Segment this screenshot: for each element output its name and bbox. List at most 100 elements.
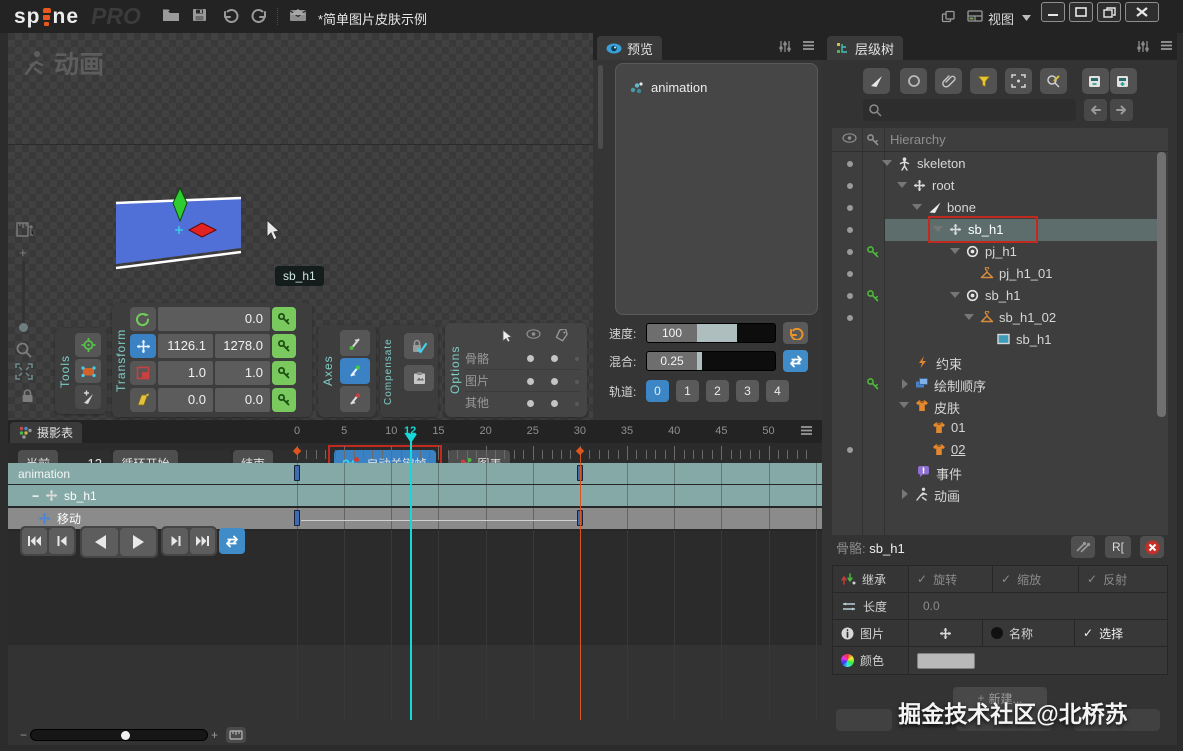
expand-arrow[interactable] <box>950 292 960 298</box>
scene-object[interactable] <box>103 158 253 273</box>
loop-playback-button[interactable] <box>219 528 245 554</box>
option-dot[interactable] <box>551 375 559 387</box>
scale-y-field[interactable]: 1.0 <box>215 361 270 385</box>
collapse-arrow[interactable] <box>902 489 908 499</box>
tree-node-动画[interactable]: 动画 <box>832 483 1156 505</box>
collapse-arrow[interactable] <box>902 379 908 389</box>
keyframe[interactable] <box>294 510 300 526</box>
minimize-button[interactable] <box>1041 2 1065 22</box>
tab-hierarchy[interactable]: 层级树 <box>827 36 903 60</box>
tree-node-root[interactable]: root <box>832 175 1156 197</box>
tree-node-pj_h1[interactable]: pj_h1 <box>832 241 1156 263</box>
track-button-0[interactable]: 0 <box>646 380 669 402</box>
option-dot[interactable] <box>551 397 559 409</box>
key-icon[interactable] <box>866 289 880 303</box>
undo-icon[interactable] <box>221 8 241 26</box>
key-icon[interactable] <box>866 377 880 391</box>
history-back-button[interactable] <box>1084 99 1107 121</box>
bone-copy-button[interactable] <box>1071 536 1095 558</box>
magnifier-icon[interactable] <box>15 341 33 359</box>
tree-node-事件[interactable]: 事件 <box>832 461 1156 483</box>
tree-node-sb_h1[interactable]: sb_h1 <box>832 285 1156 307</box>
next-key-button[interactable] <box>163 528 188 554</box>
weights-tool-button[interactable] <box>75 359 101 383</box>
loop-toggle-button[interactable] <box>783 350 808 372</box>
scale-button[interactable] <box>130 361 156 385</box>
search-edit-button[interactable] <box>1040 68 1067 94</box>
expand-arrow[interactable] <box>897 182 907 188</box>
zoom-slider[interactable] <box>22 261 25 327</box>
tree-node-02[interactable]: 02 <box>832 439 1156 461</box>
rotate-button[interactable] <box>130 307 156 331</box>
axes-parent-button[interactable] <box>340 386 370 412</box>
go-last-button[interactable] <box>190 528 215 554</box>
axes-world-button[interactable] <box>340 330 370 356</box>
dopesheet-menu-icon[interactable] <box>800 425 813 436</box>
mix-slider[interactable]: 0.25 <box>646 351 776 371</box>
create-tool-button[interactable] <box>75 385 101 409</box>
visibility-dot[interactable] <box>847 271 853 277</box>
tree-scrollbar[interactable] <box>1157 152 1166 417</box>
save-icon[interactable] <box>192 8 212 26</box>
track-button-2[interactable]: 2 <box>706 380 729 402</box>
expand-arrow[interactable] <box>882 160 892 166</box>
shear-y-field[interactable]: 0.0 <box>215 388 270 412</box>
track-row-animation[interactable]: animation <box>8 463 822 484</box>
playhead-handle[interactable] <box>405 434 417 443</box>
tab-dopesheet[interactable]: 摄影表 <box>10 422 82 443</box>
visibility-dot[interactable] <box>847 227 853 233</box>
playhead[interactable] <box>410 440 412 645</box>
inherit-reflect-checkbox[interactable]: ✓ 反射 <box>1079 566 1167 592</box>
redo-icon[interactable] <box>251 8 271 26</box>
collapse-icon[interactable]: − <box>32 489 39 503</box>
play-backward-button[interactable] <box>82 528 118 556</box>
option-dot[interactable] <box>575 399 581 407</box>
visibility-dot[interactable] <box>847 161 853 167</box>
view-menu[interactable]: 视图 <box>988 9 1014 28</box>
color-swatch[interactable] <box>917 653 975 669</box>
option-dot[interactable] <box>575 377 581 385</box>
panel-resize-grip[interactable] <box>598 65 603 149</box>
track-button-3[interactable]: 3 <box>736 380 759 402</box>
collapse-all-button[interactable] <box>1082 68 1109 94</box>
key-rotation-button[interactable] <box>272 307 296 331</box>
image-axes-button[interactable] <box>909 620 983 646</box>
ruler-toggle-icon[interactable] <box>14 221 34 239</box>
visibility-dot[interactable] <box>847 447 853 453</box>
visibility-dot[interactable] <box>847 205 853 211</box>
visibility-dot[interactable] <box>847 293 853 299</box>
zoom-slider-handle[interactable] <box>19 323 28 332</box>
tree-node-sb_h1[interactable]: sb_h1 <box>832 329 1156 351</box>
focus-button[interactable] <box>1005 68 1032 94</box>
prev-key-button[interactable] <box>49 528 74 554</box>
mail-icon[interactable] <box>289 8 309 26</box>
image-name-toggle[interactable]: 名称 <box>983 620 1075 646</box>
layout-icon[interactable] <box>967 10 987 28</box>
compensate-bones-button[interactable] <box>404 333 434 359</box>
track-button-1[interactable]: 1 <box>676 380 699 402</box>
translate-button[interactable] <box>130 334 156 358</box>
keyframe[interactable] <box>294 465 300 481</box>
hierarchy-settings-icon[interactable] <box>1136 40 1150 53</box>
filter-button[interactable] <box>970 68 997 94</box>
speed-slider[interactable]: 100 <box>646 323 776 343</box>
close-button[interactable] <box>1125 2 1159 22</box>
visibility-dot[interactable] <box>847 249 853 255</box>
inherit-rotate-checkbox[interactable]: ✓ 旋转 <box>909 566 993 592</box>
visibility-dot[interactable] <box>847 315 853 321</box>
key-scale-button[interactable] <box>272 361 296 385</box>
paperclip-button[interactable] <box>935 68 962 94</box>
option-dot[interactable] <box>527 375 535 387</box>
track-button-4[interactable]: 4 <box>766 380 789 402</box>
zoom-in-icon[interactable]: + <box>19 245 27 260</box>
hierarchy-menu-icon[interactable] <box>1160 40 1173 51</box>
shear-button[interactable] <box>130 388 156 412</box>
marker-diamond[interactable] <box>292 446 302 456</box>
history-forward-button[interactable] <box>1110 99 1133 121</box>
lock-icon[interactable] <box>21 389 34 403</box>
tree-node-skeleton[interactable]: skeleton <box>832 153 1156 175</box>
scale-x-field[interactable]: 1.0 <box>158 361 213 385</box>
maximize-button[interactable] <box>1069 2 1093 22</box>
option-dot[interactable] <box>527 397 535 409</box>
visibility-dot[interactable] <box>847 183 853 189</box>
